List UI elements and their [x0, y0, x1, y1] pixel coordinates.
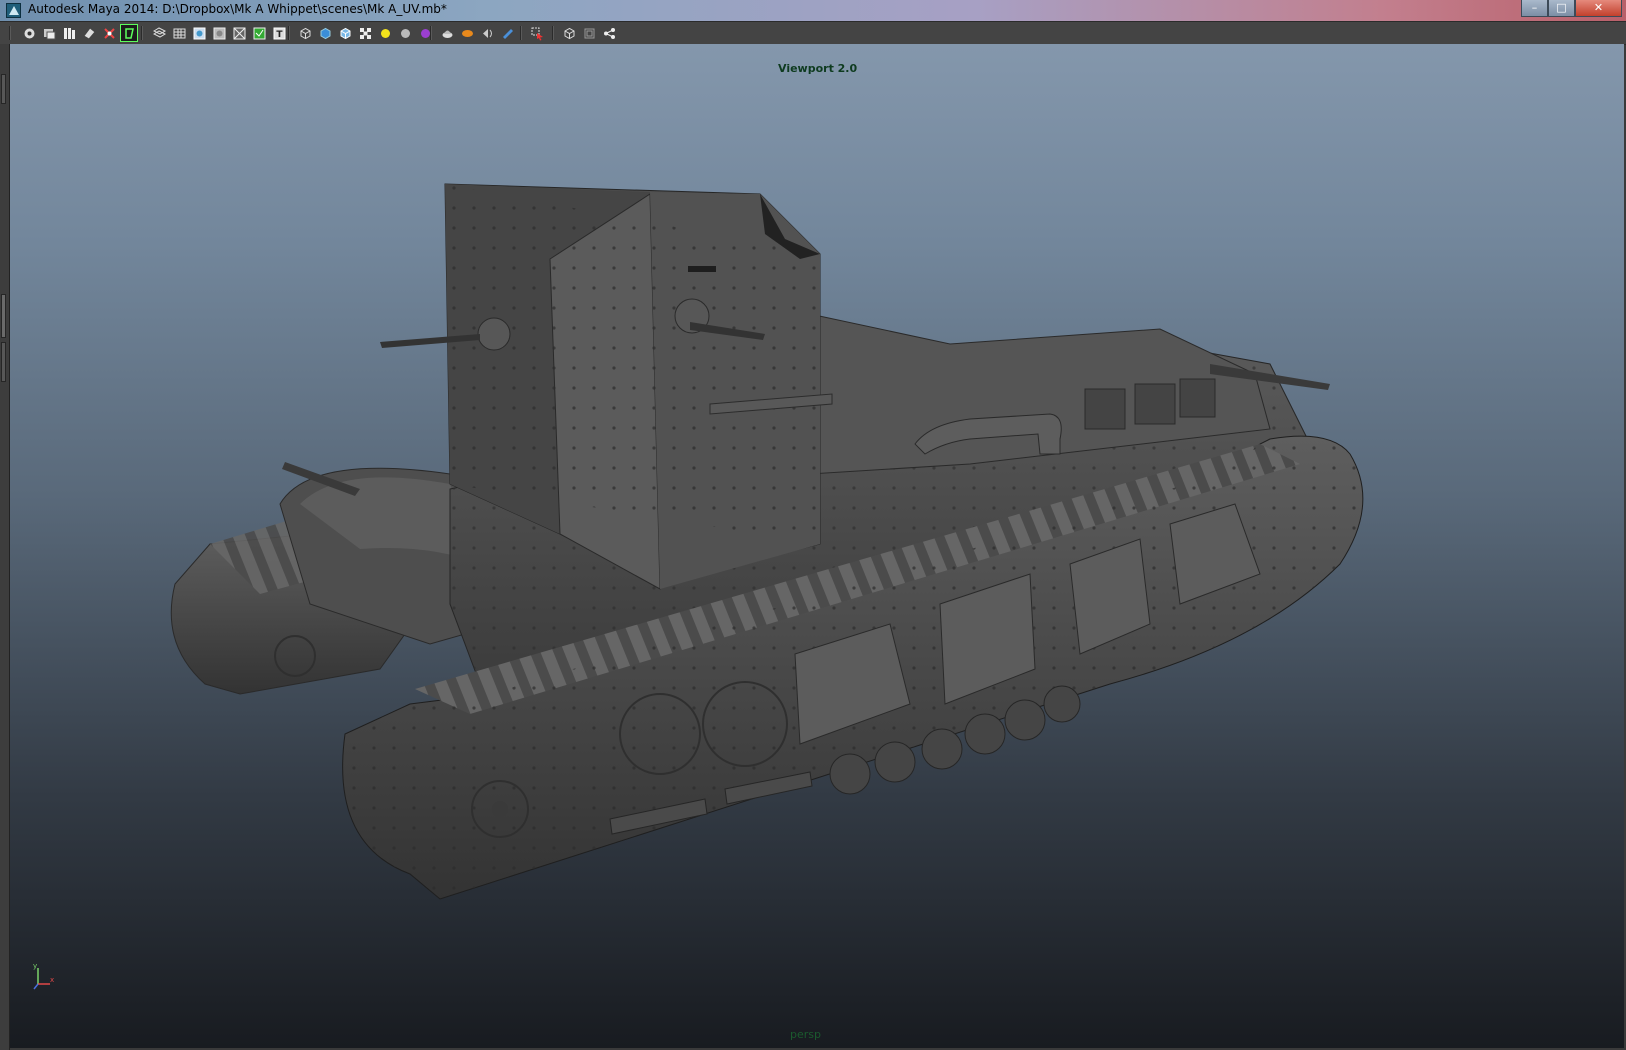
window-title: Autodesk Maya 2014: D:\Dropbox\Mk A Whip…	[28, 2, 447, 16]
resolution-gate-icon[interactable]	[296, 24, 314, 42]
toolbar-group-render	[438, 24, 516, 42]
toolbar-separator	[430, 26, 432, 40]
toolbar-group-layout	[560, 24, 618, 42]
toolbar-separator	[141, 26, 143, 40]
shadows-icon[interactable]	[230, 24, 248, 42]
lights-icon[interactable]	[210, 24, 228, 42]
textured-icon[interactable]	[190, 24, 208, 42]
toolbar-group-shading	[296, 24, 434, 42]
camera-attributes-icon[interactable]	[20, 24, 38, 42]
view-next-icon[interactable]	[100, 24, 118, 42]
left-panel-tab[interactable]	[1, 342, 6, 382]
toolbar-separator	[552, 26, 554, 40]
toolbar-separator	[288, 26, 290, 40]
film-gate-icon[interactable]	[316, 24, 334, 42]
axis-y-label: y	[33, 962, 37, 970]
axis-x-label: x	[50, 976, 54, 984]
axis-gizmo: y x	[33, 962, 54, 990]
safe-action-icon[interactable]	[356, 24, 374, 42]
panel-toolbar: T	[0, 22, 1626, 45]
isolate-icon[interactable]	[250, 24, 268, 42]
bookmarks-icon[interactable]	[40, 24, 58, 42]
maya-app-icon[interactable]	[6, 3, 21, 18]
close-button[interactable]: ✕	[1575, 0, 1622, 17]
field-chart-icon[interactable]	[336, 24, 354, 42]
svg-text:T: T	[276, 30, 283, 40]
default-material-icon[interactable]	[396, 24, 414, 42]
film-back-icon[interactable]	[580, 24, 598, 42]
view-previous-icon[interactable]	[80, 24, 98, 42]
toolbar-group-select	[528, 24, 546, 42]
toolbar-group-display: T	[150, 24, 288, 42]
left-panel-strip	[0, 44, 10, 1050]
minimize-button[interactable]: –	[1521, 0, 1548, 17]
panel-layout-icon[interactable]	[560, 24, 578, 42]
screen-space-icon[interactable]	[498, 24, 516, 42]
depth-of-field-icon[interactable]	[478, 24, 496, 42]
title-bar: Autodesk Maya 2014: D:\Dropbox\Mk A Whip…	[0, 0, 1626, 22]
toolbar-group-camera	[20, 24, 138, 42]
grid-toggle-icon[interactable]	[120, 24, 138, 42]
select-camera-icon[interactable]	[528, 24, 546, 42]
toolbar-separator	[9, 26, 11, 40]
camera-label: persp	[790, 1028, 821, 1041]
image-plane-icon[interactable]	[60, 24, 78, 42]
safe-title-icon[interactable]	[376, 24, 394, 42]
anti-alias-icon[interactable]	[458, 24, 476, 42]
viewport-persp[interactable]: Viewport 2.0 y x persp	[10, 44, 1624, 1048]
left-panel-tab[interactable]	[1, 74, 6, 104]
tank-model[interactable]	[10, 44, 1624, 1048]
left-panel-handle[interactable]	[1, 294, 6, 338]
wireframe-icon[interactable]	[150, 24, 168, 42]
maximize-button[interactable]: □	[1548, 0, 1575, 17]
share-icon[interactable]	[600, 24, 618, 42]
xray-icon[interactable]: T	[270, 24, 288, 42]
motion-blur-icon[interactable]	[438, 24, 456, 42]
toolbar-separator	[520, 26, 522, 40]
smooth-shade-icon[interactable]	[170, 24, 188, 42]
